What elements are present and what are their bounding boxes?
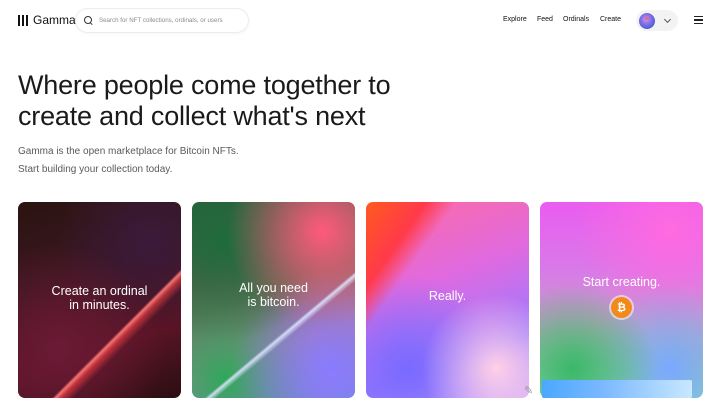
- hero-subtitle: Gamma is the open marketplace for Bitcoi…: [18, 143, 239, 179]
- account-menu-button[interactable]: [636, 10, 678, 31]
- card-caption: Create an ordinal in minutes.: [51, 284, 148, 312]
- search-icon: [84, 16, 93, 25]
- brand-logo[interactable]: Gamma: [18, 13, 76, 27]
- watermark-glyph: ✎: [524, 385, 534, 397]
- search-bar[interactable]: [76, 9, 248, 32]
- gamma-logo-icon: [18, 14, 28, 26]
- feature-card-bitcoin[interactable]: All you need is bitcoin.: [192, 202, 355, 398]
- feature-card-start-creating[interactable]: Start creating. ₿: [540, 202, 703, 398]
- nav-create[interactable]: Create: [600, 16, 621, 23]
- brand-name: Gamma: [33, 13, 76, 27]
- avatar: [639, 12, 655, 29]
- nav-explore[interactable]: Explore: [503, 16, 527, 23]
- feature-card-really[interactable]: Really.: [366, 202, 529, 398]
- chevron-down-icon: [663, 15, 672, 24]
- card-caption: Start creating.: [582, 275, 661, 289]
- feature-card-create-ordinal[interactable]: Create an ordinal in minutes.: [18, 202, 181, 398]
- nav-feed[interactable]: Feed: [537, 16, 553, 23]
- hero-subtitle-line-1: Gamma is the open marketplace for Bitcoi…: [18, 146, 239, 157]
- card-caption: Really.: [428, 289, 467, 303]
- bitcoin-icon: ₿: [611, 297, 632, 318]
- card-caption: All you need is bitcoin.: [239, 281, 308, 309]
- hero-subtitle-line-2: Start building your collection today.: [18, 164, 173, 175]
- hamburger-menu-icon[interactable]: [694, 16, 703, 24]
- top-nav-bar: Gamma Explore Feed Ordinals Create: [0, 0, 720, 42]
- nav-ordinals[interactable]: Ordinals: [563, 16, 589, 23]
- search-input[interactable]: [98, 17, 248, 24]
- overlay-banner: [542, 380, 692, 398]
- hero-title: Where people come together to create and…: [18, 70, 391, 131]
